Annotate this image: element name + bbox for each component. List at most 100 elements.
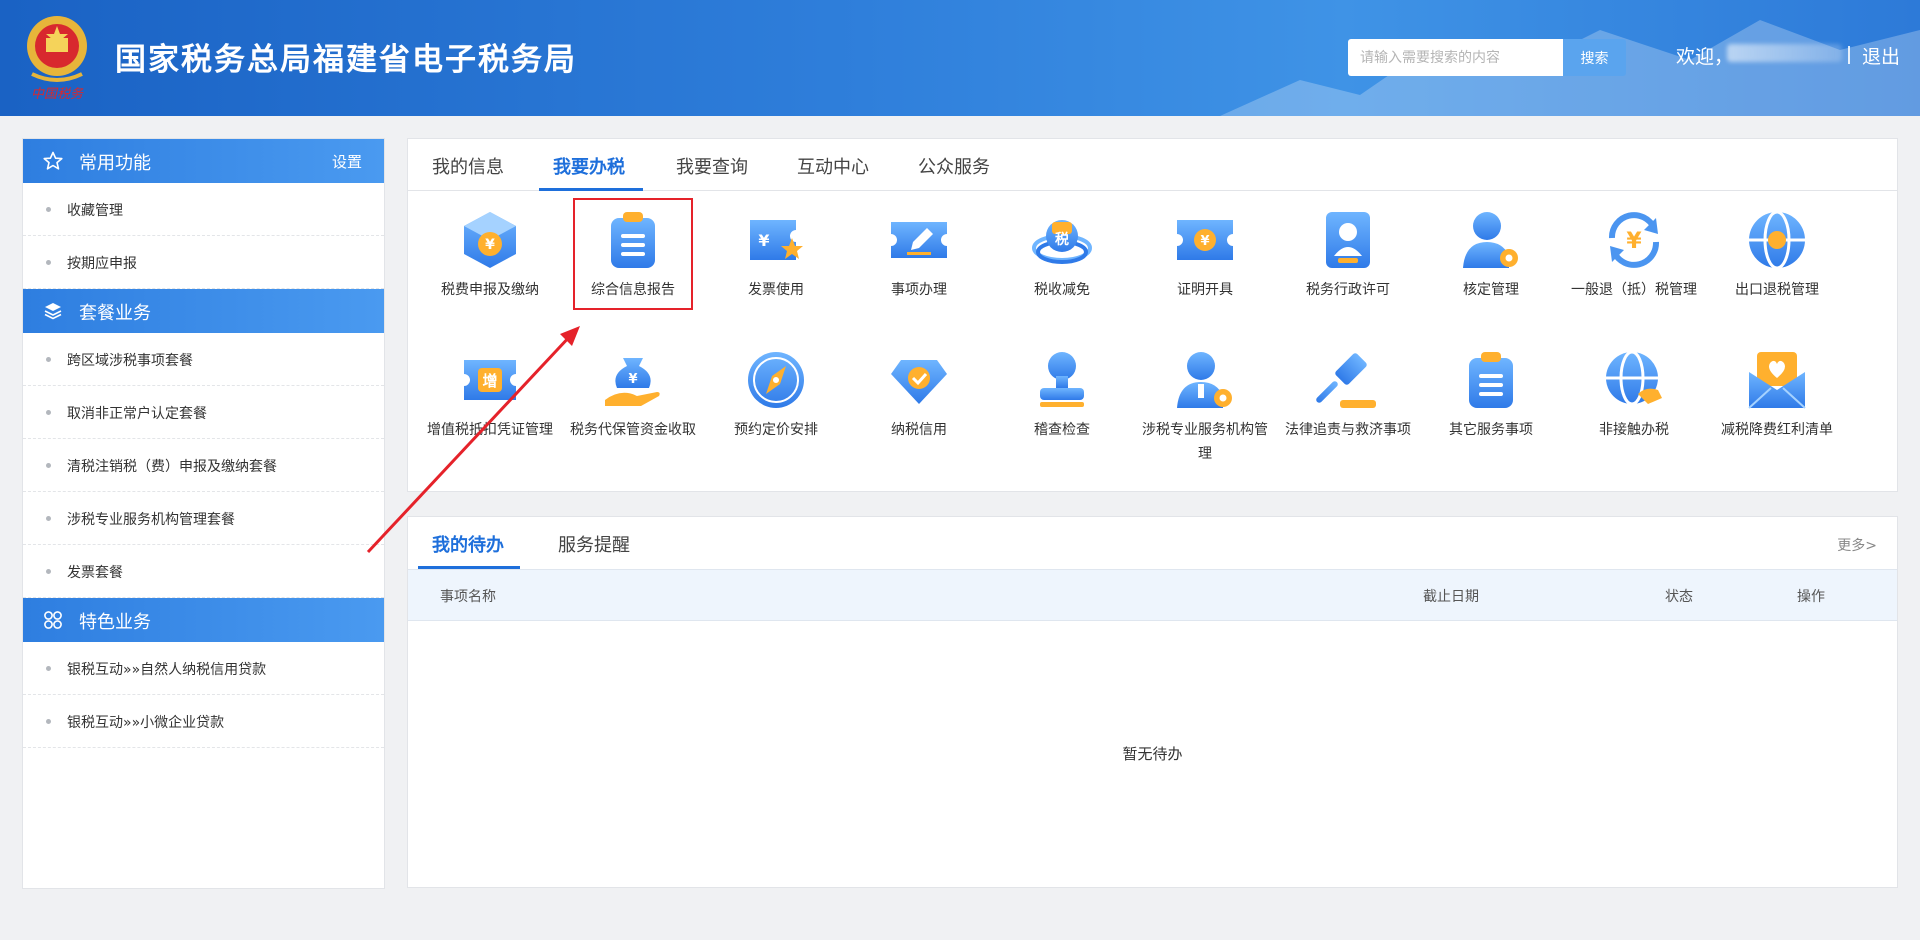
sidebar-item-label: 跨区域涉税事项套餐 — [67, 353, 193, 369]
sidebar-item-label: 银税互动»»自然人纳税信用贷款 — [67, 662, 267, 678]
section-header-featured: 特色业务 — [23, 598, 384, 642]
site-title: 国家税务总局福建省电子税务局 — [115, 42, 577, 78]
svg-text:¥: ¥ — [1200, 234, 1209, 249]
gavel-icon — [1316, 353, 1376, 408]
service-label: 出口退税管理 — [1735, 282, 1819, 298]
sidebar-item-label: 按期应申报 — [67, 256, 137, 272]
svg-text:税: 税 — [1055, 231, 1069, 248]
bullet-dot — [46, 569, 51, 574]
service-label: 其它服务事项 — [1449, 422, 1533, 438]
tab-my-todo[interactable]: 我的待办 — [432, 531, 504, 557]
service-item-agency-institution[interactable]: 涉税专业服务机构管理 — [1140, 348, 1270, 466]
clipboard-list-icon — [1469, 352, 1513, 408]
service-tabs: 我的信息 我要办税 我要查询 互动中心 公众服务 — [408, 139, 1897, 191]
svg-text:¥: ¥ — [485, 237, 495, 253]
bullet-dot — [46, 357, 51, 362]
certificate-icon: ¥ — [1177, 220, 1233, 260]
sidebar-item-small-business-loan[interactable]: 银税互动»»小微企业贷款 — [23, 695, 384, 748]
service-label: 纳税信用 — [891, 422, 947, 438]
empty-state-text: 暂无待办 — [1122, 745, 1183, 763]
sidebar-item-agency-management[interactable]: 涉税专业服务机构管理套餐 — [23, 492, 384, 545]
service-item-general-refund[interactable]: ¥ 一般退（抵）税管理 — [1569, 208, 1699, 302]
tab-service-reminder[interactable]: 服务提醒 — [558, 531, 630, 557]
service-label: 核定管理 — [1463, 282, 1519, 298]
service-item-advance-pricing[interactable]: 预约定价安排 — [711, 348, 841, 442]
bullet-dot — [46, 463, 51, 468]
sidebar-item-label: 发票套餐 — [67, 565, 123, 581]
tab-query[interactable]: 我要查询 — [676, 153, 748, 179]
service-item-matter-handling[interactable]: 事项办理 — [854, 208, 984, 302]
service-item-export-refund[interactable]: 出口退税管理 — [1712, 208, 1842, 302]
bullet-dot — [46, 207, 51, 212]
settings-link[interactable]: 设置 — [332, 151, 362, 172]
bullet-dot — [46, 516, 51, 521]
sidebar-item-label: 清税注销税（费）申报及缴纳套餐 — [67, 459, 277, 475]
tab-public-service[interactable]: 公众服务 — [918, 153, 990, 179]
service-item-legal-remedy[interactable]: 法律追责与救济事项 — [1283, 348, 1413, 442]
service-label: 稽查检查 — [1034, 422, 1090, 438]
service-item-tax-credit[interactable]: 纳税信用 — [854, 348, 984, 442]
service-label: 一般退（抵）税管理 — [1571, 282, 1697, 298]
tax-emblem-logo: 中国税务 — [27, 16, 87, 102]
sidebar-item-periodic-declaration[interactable]: 按期应申报 — [23, 236, 384, 289]
layers-icon — [44, 303, 62, 320]
service-label: 税务代保管资金收取 — [570, 422, 696, 438]
sidebar-item-invoice-package[interactable]: 发票套餐 — [23, 545, 384, 598]
service-item-tax-cut-list[interactable]: 减税降费红利清单 — [1712, 348, 1842, 442]
globe-icon — [1749, 210, 1805, 270]
service-item-tax-reduction[interactable]: 税 税收减免 — [997, 208, 1127, 302]
logout-link[interactable]: 退出 — [1862, 42, 1900, 69]
sidebar-item-favorites[interactable]: 收藏管理 — [23, 183, 384, 236]
service-label: 增值税抵扣凭证管理 — [427, 422, 553, 438]
sidebar-item-label: 取消非正常户认定套餐 — [67, 406, 207, 422]
todo-table-header: 事项名称 截止日期 状态 操作 — [408, 569, 1897, 621]
service-item-vat-deduction[interactable]: 增 增值税抵扣凭证管理 — [425, 348, 555, 442]
header-divider — [1848, 46, 1850, 64]
svg-text:中国税务: 中国税务 — [31, 87, 84, 102]
section-title: 常用功能 — [79, 153, 151, 174]
service-label: 预约定价安排 — [734, 422, 818, 438]
section-title: 套餐业务 — [79, 303, 151, 324]
service-item-invoice-use[interactable]: ¥ 发票使用 — [711, 208, 841, 302]
service-item-certificate[interactable]: ¥ 证明开具 — [1140, 208, 1270, 302]
tab-tax-handling[interactable]: 我要办税 — [553, 153, 625, 179]
bullet-dot — [46, 410, 51, 415]
section-header-package: 套餐业务 — [23, 289, 384, 333]
user-gear-icon — [1463, 212, 1518, 268]
sidebar-item-label: 银税互动»»小微企业贷款 — [67, 715, 225, 731]
stamp-icon — [1040, 352, 1084, 407]
sidebar-item-cross-region[interactable]: 跨区域涉税事项套餐 — [23, 333, 384, 386]
apps-icon — [44, 611, 62, 629]
service-item-admin-license[interactable]: 税务行政许可 — [1283, 208, 1413, 302]
service-label: 税务行政许可 — [1306, 282, 1390, 298]
bullet-dot — [46, 260, 51, 265]
svg-text:增: 增 — [482, 372, 497, 390]
star-icon — [43, 151, 63, 170]
service-item-assessment[interactable]: 核定管理 — [1426, 208, 1556, 302]
service-item-inspection[interactable]: 稽查检查 — [997, 348, 1127, 442]
service-label: 涉税专业服务机构管理 — [1142, 422, 1268, 462]
tab-my-info[interactable]: 我的信息 — [432, 153, 504, 179]
sidebar-item-personal-credit-loan[interactable]: 银税互动»»自然人纳税信用贷款 — [23, 642, 384, 695]
sidebar-item-tax-clearance[interactable]: 清税注销税（费）申报及缴纳套餐 — [23, 439, 384, 492]
service-item-other-services[interactable]: 其它服务事项 — [1426, 348, 1556, 442]
sidebar-item-cancel-abnormal[interactable]: 取消非正常户认定套餐 — [23, 386, 384, 439]
service-label: 证明开具 — [1177, 282, 1233, 298]
section-header-common: 常用功能 设置 — [23, 139, 384, 183]
service-item-tax-declaration[interactable]: ¥ 税费申报及缴纳 — [425, 208, 555, 302]
tab-interaction[interactable]: 互动中心 — [797, 153, 869, 179]
vat-ticket-icon: 增 — [464, 360, 516, 400]
search-button[interactable]: 搜索 — [1563, 39, 1626, 76]
service-label: 税收减免 — [1034, 282, 1090, 298]
service-label: 事项办理 — [891, 282, 947, 298]
sidebar-item-label: 收藏管理 — [67, 203, 123, 219]
more-link[interactable]: 更多> — [1837, 535, 1877, 555]
highlight-box — [573, 198, 693, 310]
service-item-contactless[interactable]: 非接触办税 — [1569, 348, 1699, 442]
service-item-custody-funds[interactable]: ¥ 税务代保管资金收取 — [568, 348, 698, 442]
search-input[interactable] — [1348, 39, 1563, 76]
todo-tabs: 我的待办 服务提醒 更多> — [408, 517, 1897, 569]
bullet-dot — [46, 666, 51, 671]
agent-gear-icon — [1177, 352, 1232, 408]
globe-hand-icon — [1606, 350, 1662, 406]
